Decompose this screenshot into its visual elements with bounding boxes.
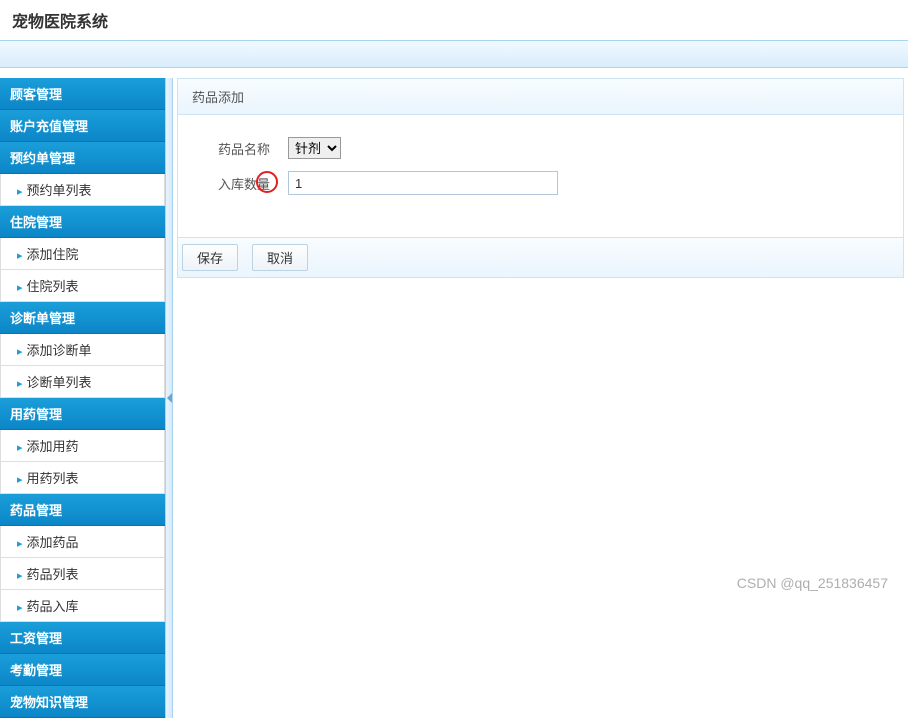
sidebar-item-appointment-list[interactable]: ▸预约单列表	[0, 174, 165, 206]
app-header: 宠物医院系统	[0, 0, 908, 40]
form-row-qty: 入库数量	[198, 171, 883, 195]
arrow-icon: ▸	[17, 186, 23, 198]
sidebar-section-recharge[interactable]: 账户充值管理	[0, 110, 165, 142]
sidebar-section-knowledge[interactable]: 宠物知识管理	[0, 686, 165, 718]
save-button[interactable]: 保存	[182, 244, 238, 271]
main-container: 顾客管理 账户充值管理 预约单管理 ▸预约单列表 住院管理 ▸添加住院 ▸住院列…	[0, 78, 908, 718]
arrow-icon: ▸	[17, 538, 23, 550]
sidebar-item-medication-list[interactable]: ▸用药列表	[0, 462, 165, 494]
arrow-icon: ▸	[17, 602, 23, 614]
sidebar-item-hospitalization-list[interactable]: ▸住院列表	[0, 270, 165, 302]
top-toolbar	[0, 40, 908, 68]
arrow-icon: ▸	[17, 250, 23, 262]
sidebar: 顾客管理 账户充值管理 预约单管理 ▸预约单列表 住院管理 ▸添加住院 ▸住院列…	[0, 78, 165, 718]
sidebar-section-drug[interactable]: 药品管理	[0, 494, 165, 526]
panel-title: 药品添加	[178, 79, 903, 115]
drug-name-label: 药品名称	[198, 139, 288, 158]
form-panel: 药品添加 药品名称 针剂 入库数量 保存 取消	[177, 78, 904, 278]
sidebar-item-add-diagnosis[interactable]: ▸添加诊断单	[0, 334, 165, 366]
form-row-name: 药品名称 针剂	[198, 137, 883, 159]
sidebar-section-appointment[interactable]: 预约单管理	[0, 142, 165, 174]
sidebar-item-add-medication[interactable]: ▸添加用药	[0, 430, 165, 462]
app-title: 宠物医院系统	[12, 8, 896, 32]
sidebar-item-drug-stock[interactable]: ▸药品入库	[0, 590, 165, 622]
arrow-icon: ▸	[17, 570, 23, 582]
sidebar-section-salary[interactable]: 工资管理	[0, 622, 165, 654]
sidebar-item-add-hospitalization[interactable]: ▸添加住院	[0, 238, 165, 270]
splitter-handle[interactable]	[165, 78, 173, 718]
arrow-icon: ▸	[17, 346, 23, 358]
sidebar-item-diagnosis-list[interactable]: ▸诊断单列表	[0, 366, 165, 398]
main-content: 药品添加 药品名称 针剂 入库数量 保存 取消	[173, 78, 908, 718]
arrow-icon: ▸	[17, 378, 23, 390]
button-bar: 保存 取消	[178, 238, 903, 277]
sidebar-item-drug-list[interactable]: ▸药品列表	[0, 558, 165, 590]
drug-name-select[interactable]: 针剂	[288, 137, 341, 159]
stock-qty-input[interactable]	[288, 171, 558, 195]
sidebar-item-add-drug[interactable]: ▸添加药品	[0, 526, 165, 558]
arrow-icon: ▸	[17, 474, 23, 486]
sidebar-section-customer[interactable]: 顾客管理	[0, 78, 165, 110]
stock-qty-label: 入库数量	[198, 174, 288, 193]
sidebar-section-attendance[interactable]: 考勤管理	[0, 654, 165, 686]
cancel-button[interactable]: 取消	[252, 244, 308, 271]
arrow-icon: ▸	[17, 282, 23, 294]
sidebar-section-medication[interactable]: 用药管理	[0, 398, 165, 430]
watermark-text: CSDN @qq_251836457	[737, 575, 888, 591]
sidebar-section-hospitalization[interactable]: 住院管理	[0, 206, 165, 238]
panel-body: 药品名称 针剂 入库数量	[178, 115, 903, 238]
sidebar-section-diagnosis[interactable]: 诊断单管理	[0, 302, 165, 334]
arrow-icon: ▸	[17, 442, 23, 454]
